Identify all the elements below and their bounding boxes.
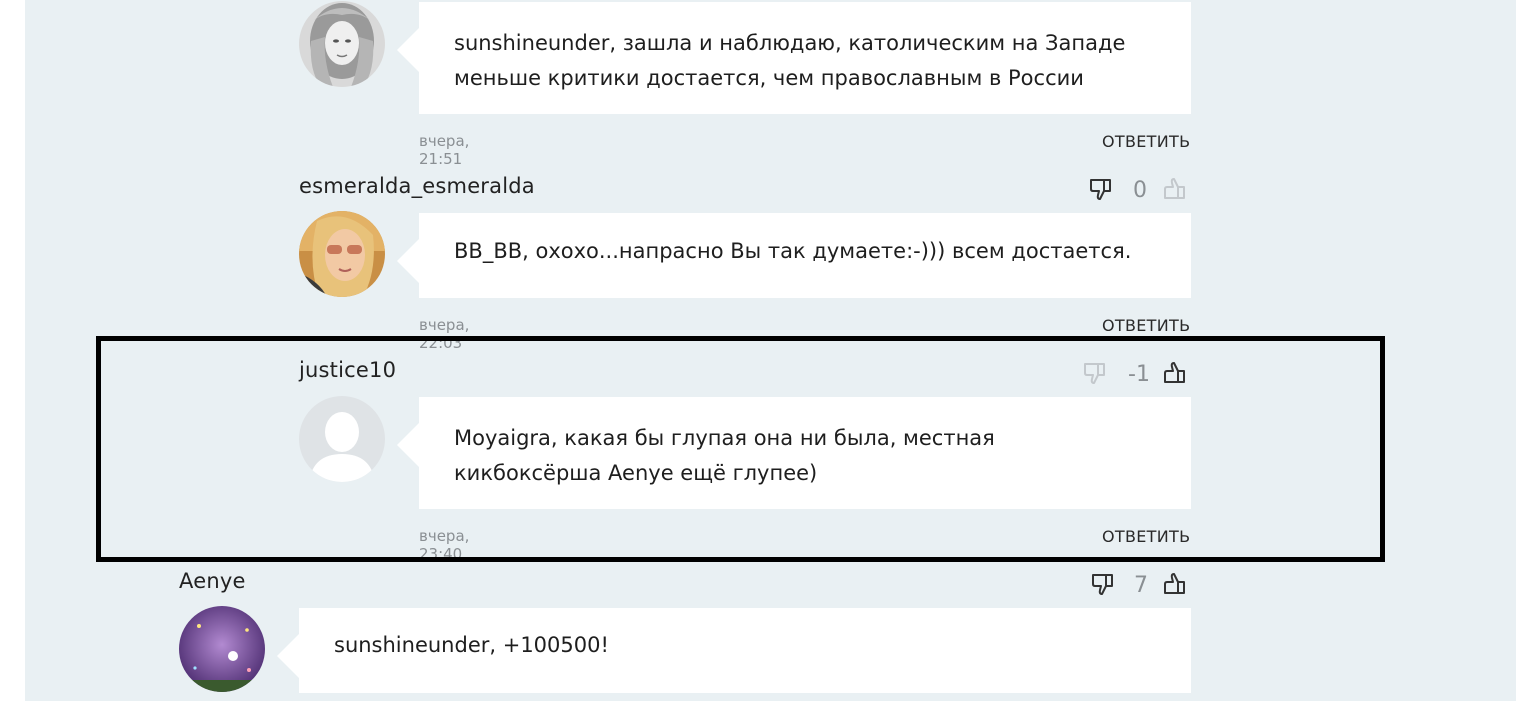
avatar-default-silhouette-image <box>299 396 385 482</box>
comment-username[interactable]: esmeralda_esmeralda <box>299 174 535 198</box>
comment-text: Moyaigra, какая бы глупая она ни была, м… <box>454 426 995 485</box>
thumbs-up-icon[interactable] <box>1162 176 1188 202</box>
comment-username[interactable]: justice10 <box>299 358 396 382</box>
comment-bubble: sunshineunder, +100500! <box>277 608 1191 693</box>
thumbs-up-icon[interactable] <box>1162 360 1188 386</box>
comment-bubble: BB_BB, охохо...напрасно Вы так думаете:-… <box>397 213 1191 298</box>
thumbs-up-icon[interactable] <box>1162 571 1188 597</box>
thumbs-down-icon[interactable] <box>1088 176 1114 202</box>
vote-count: 7 <box>1134 573 1148 598</box>
comment-bubble: sunshineunder, зашла и наблюдаю, католич… <box>397 2 1191 114</box>
vote-count: 0 <box>1133 178 1147 203</box>
comment-text: sunshineunder, зашла и наблюдаю, католич… <box>454 31 1126 90</box>
comment-timestamp: вчера, 22:03 <box>419 316 470 352</box>
comment-bubble: Moyaigra, какая бы глупая она ни была, м… <box>397 397 1191 509</box>
vote-count: -1 <box>1128 362 1150 387</box>
avatar-woman-sunglasses-image <box>299 211 385 297</box>
avatar[interactable] <box>299 396 385 482</box>
thumbs-down-icon[interactable] <box>1082 360 1108 386</box>
avatar-blonde-woman-bw-image <box>299 1 385 87</box>
comment-text: BB_BB, охохо...напрасно Вы так думаете:-… <box>454 239 1132 263</box>
reply-button[interactable]: ОТВЕТИТЬ <box>1102 316 1190 335</box>
reply-button[interactable]: ОТВЕТИТЬ <box>1102 527 1190 546</box>
vote-controls: -1 <box>1082 360 1192 390</box>
comment-timestamp: вчера, 23:40 <box>419 527 470 563</box>
avatar[interactable] <box>299 1 385 87</box>
comment-text: sunshineunder, +100500! <box>334 633 609 657</box>
avatar[interactable] <box>299 211 385 297</box>
vote-controls: 7 <box>1090 571 1192 601</box>
vote-controls: 0 <box>1088 176 1192 206</box>
avatar-moon-illustration-image <box>179 606 265 692</box>
comment-username[interactable]: Aenye <box>179 569 246 593</box>
comment-timestamp: вчера, 21:51 <box>419 132 470 168</box>
thumbs-down-icon[interactable] <box>1090 571 1116 597</box>
avatar[interactable] <box>179 606 265 692</box>
reply-button[interactable]: ОТВЕТИТЬ <box>1102 132 1190 151</box>
